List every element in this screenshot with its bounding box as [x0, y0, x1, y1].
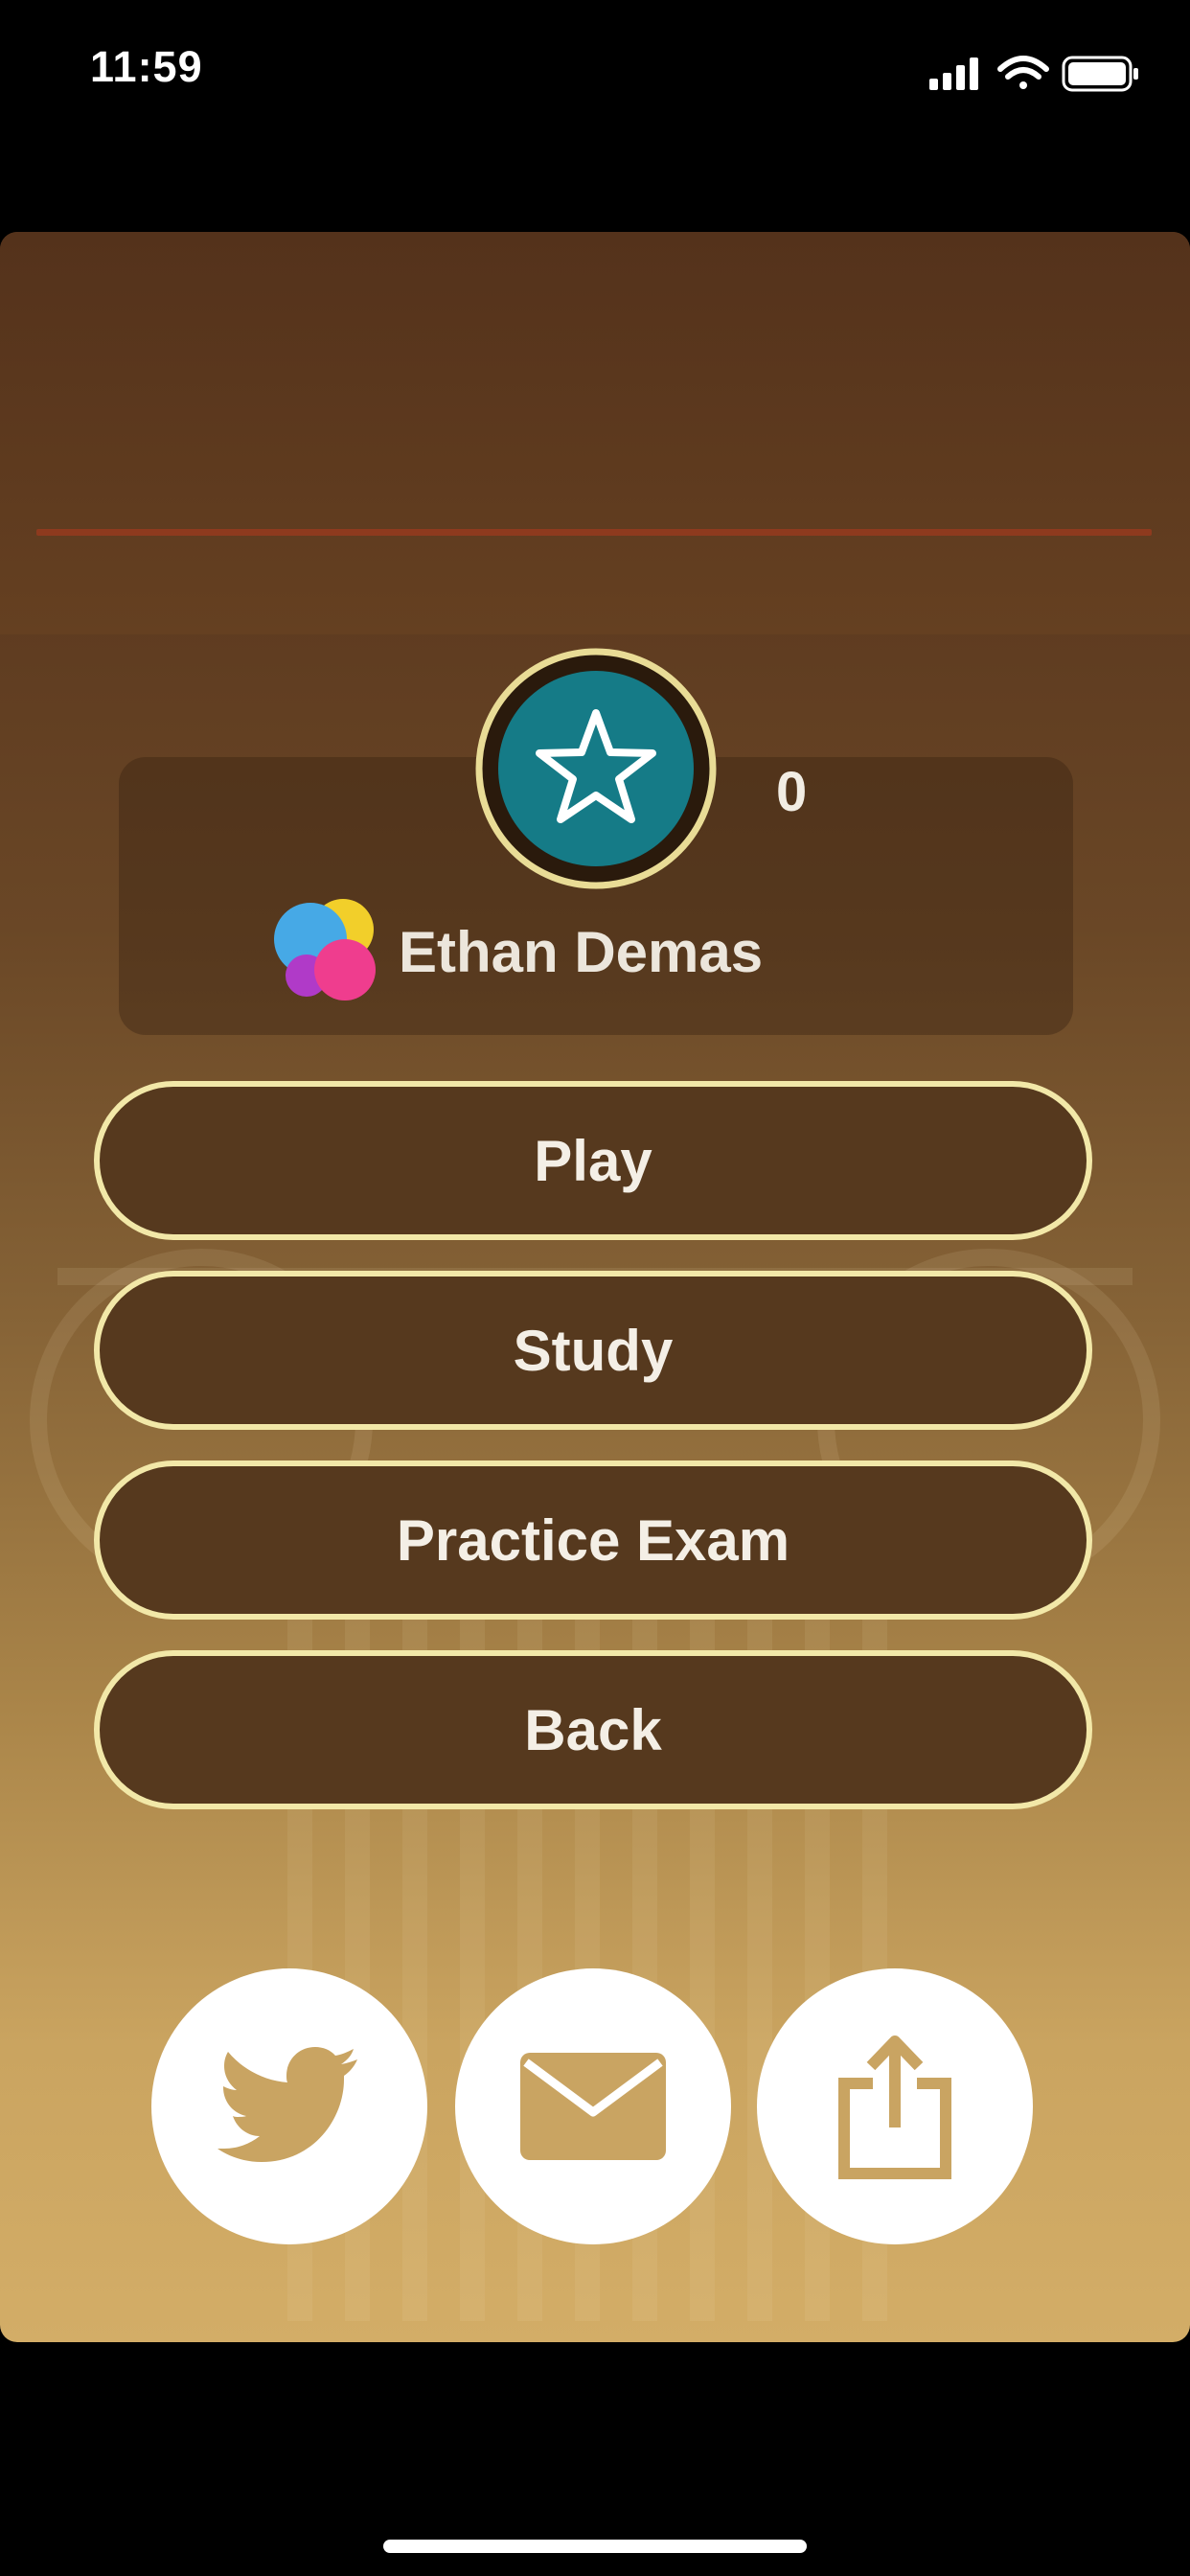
home-indicator[interactable]: [383, 2540, 807, 2553]
battery-icon: [1062, 56, 1138, 92]
share-icon: [838, 2036, 951, 2179]
wifi-icon: [997, 56, 1049, 89]
play-button[interactable]: Play: [94, 1081, 1092, 1240]
mail-icon: [520, 2053, 666, 2160]
email-share-button[interactable]: [455, 1968, 731, 2244]
avatar: [268, 893, 376, 1000]
share-button[interactable]: [757, 1968, 1033, 2244]
top-divider: [36, 529, 1152, 536]
back-button[interactable]: Back: [94, 1650, 1092, 1809]
status-time: 11:59: [90, 42, 203, 91]
study-button[interactable]: Study: [94, 1271, 1092, 1430]
player-name: Ethan Demas: [399, 920, 764, 984]
status-bar: 11:59: [0, 0, 1190, 144]
top-banner: [0, 232, 1190, 634]
game-screen: 0 Ethan Demas Play Study Practice Exam B…: [0, 232, 1190, 2342]
rank-badge: [471, 644, 721, 893]
twitter-icon: [217, 2047, 357, 2162]
cellular-signal-icon: [929, 58, 978, 90]
twitter-share-button[interactable]: [151, 1968, 427, 2244]
practice-exam-button[interactable]: Practice Exam: [94, 1460, 1092, 1620]
score-value: 0: [776, 761, 808, 823]
game-center-icon: [274, 899, 376, 1000]
status-icons: [929, 50, 1140, 98]
